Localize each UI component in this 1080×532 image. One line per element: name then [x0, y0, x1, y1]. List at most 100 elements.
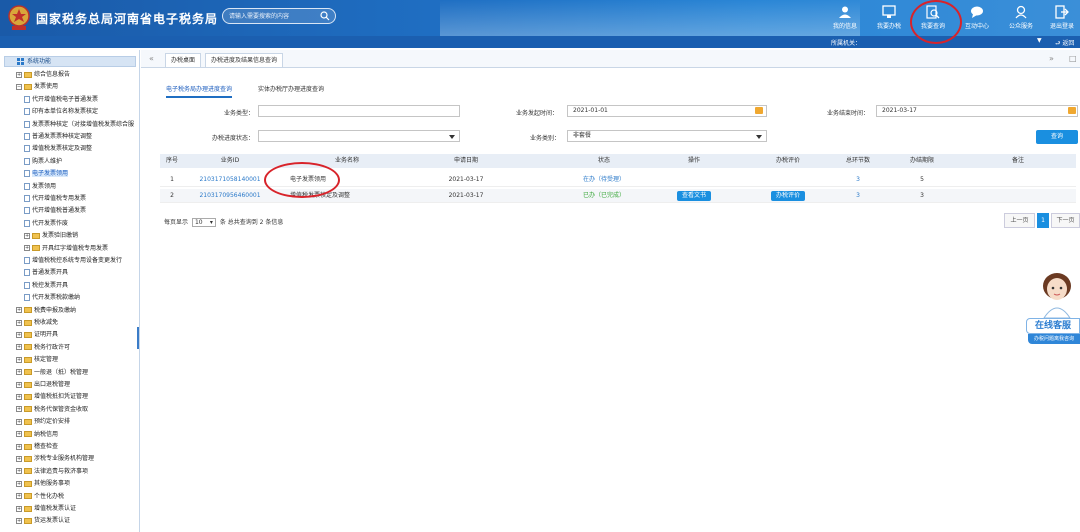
- tab-progress-query[interactable]: 办税进度及结果信息查询: [205, 53, 284, 67]
- expand-icon[interactable]: +: [16, 381, 22, 388]
- sidebar-item-label: 个性化办税: [34, 492, 65, 500]
- expand-icon[interactable]: +: [16, 369, 22, 376]
- sidebar-item[interactable]: 发票领用: [24, 181, 56, 192]
- sidebar-item[interactable]: + 其他服务事项: [16, 478, 70, 489]
- nav-my-info[interactable]: 我的信息: [829, 0, 861, 36]
- sidebar-item[interactable]: + 税务代保管资金收取: [16, 404, 88, 415]
- prev-page-button[interactable]: 上一页: [1004, 213, 1035, 228]
- expand-icon[interactable]: +: [16, 307, 22, 314]
- sidebar-item[interactable]: 代开增值税专用发票: [24, 193, 86, 204]
- expand-icon[interactable]: +: [24, 245, 30, 252]
- sidebar-item[interactable]: 发票票种核定（对接增值税发票综合服: [24, 119, 134, 130]
- folder-icon: [24, 505, 32, 512]
- next-page-button[interactable]: 下一页: [1051, 213, 1080, 228]
- sidebar-item[interactable]: + 涉税专业服务机构管理: [16, 453, 94, 464]
- expand-icon[interactable]: +: [16, 319, 22, 326]
- sidebar-item[interactable]: + 增值税发票认证: [16, 503, 76, 514]
- expand-icon[interactable]: +: [16, 393, 22, 400]
- expand-icon[interactable]: +: [16, 356, 22, 363]
- tab-scroll-right-icon[interactable]: »: [1049, 54, 1054, 63]
- sidebar-item[interactable]: 普通发票票种核定调整: [24, 131, 92, 142]
- expand-icon[interactable]: +: [16, 480, 22, 487]
- nav-do-tax[interactable]: 我要办税: [873, 0, 905, 36]
- sidebar-item[interactable]: 印有本单位名称发票核定: [24, 106, 98, 117]
- sidebar-item-label: 纳税信用: [34, 430, 59, 438]
- sidebar-item[interactable]: + 纳税信用: [16, 429, 58, 440]
- sidebar-item[interactable]: + 预约定价安排: [16, 416, 70, 427]
- calendar-icon[interactable]: [1068, 107, 1076, 114]
- sidebar-item[interactable]: 代开增值税普通发票: [24, 205, 86, 216]
- sidebar-item[interactable]: + 法律追责与救济事项: [16, 466, 88, 477]
- sidebar-collapse-handle[interactable]: [137, 327, 139, 349]
- back-button[interactable]: ⮐ 返回: [1055, 38, 1074, 49]
- query-button[interactable]: 查询: [1036, 130, 1078, 144]
- document-icon: [24, 95, 30, 103]
- expand-icon[interactable]: +: [16, 71, 22, 78]
- calendar-icon[interactable]: [755, 107, 763, 114]
- business-id-link[interactable]: 2103170956460001: [184, 189, 276, 203]
- maximize-icon[interactable]: □: [1069, 54, 1077, 63]
- sidebar-item[interactable]: 代开发票税款缴纳: [24, 292, 80, 303]
- expand-icon[interactable]: +: [16, 344, 22, 351]
- per-page-select[interactable]: 10 ▾: [191, 218, 216, 227]
- sidebar-item[interactable]: + 综合信息报告: [16, 69, 70, 80]
- business-id-link[interactable]: 2103171058140001: [184, 173, 276, 187]
- nav-interaction[interactable]: 互动中心: [961, 0, 993, 36]
- sidebar-item[interactable]: 税控发票开具: [24, 280, 68, 291]
- online-service-label[interactable]: 在线客服: [1026, 318, 1080, 334]
- business-type-input[interactable]: [258, 105, 460, 117]
- expand-icon[interactable]: +: [16, 443, 22, 450]
- search-icon[interactable]: [320, 11, 330, 21]
- collapse-icon[interactable]: −: [16, 83, 22, 90]
- tax-rating-button[interactable]: 办税评价: [770, 191, 805, 201]
- sidebar-item[interactable]: 普通发票开具: [24, 267, 68, 278]
- subtab-hall-progress[interactable]: 实体办税厅办理进度查询: [258, 84, 324, 93]
- org-dropdown-caret-icon[interactable]: ▼: [1037, 37, 1042, 44]
- sidebar-item[interactable]: + 证明开具: [16, 329, 58, 340]
- sidebar-item[interactable]: + 税务行政许可: [16, 342, 70, 353]
- tab-scroll-left-icon[interactable]: «: [149, 54, 154, 63]
- sidebar-item[interactable]: 增值税税控系统专用设备变更发行: [24, 255, 122, 266]
- sidebar-item[interactable]: + 稽查检查: [16, 441, 58, 452]
- end-time-input[interactable]: 2021-03-17: [876, 105, 1078, 117]
- sidebar-item[interactable]: + 核定管理: [16, 354, 58, 365]
- expand-icon[interactable]: +: [16, 493, 22, 500]
- sidebar-item[interactable]: + 一般退（抵）税管理: [16, 367, 88, 378]
- sidebar-item-label: 代开发票作废: [32, 219, 69, 227]
- expand-icon[interactable]: +: [16, 517, 22, 524]
- sidebar-item[interactable]: + 开具红字增值税专用发票: [24, 243, 108, 254]
- expand-icon[interactable]: +: [24, 232, 30, 239]
- sidebar-item[interactable]: + 税收减免: [16, 317, 58, 328]
- sidebar-item[interactable]: + 发票验旧缴销: [24, 230, 78, 241]
- subtab-online-progress[interactable]: 电子税务局办理进度查询: [166, 84, 233, 98]
- expand-icon[interactable]: +: [16, 418, 22, 425]
- expand-icon[interactable]: +: [16, 455, 22, 462]
- nav-logout[interactable]: 退出登录: [1046, 0, 1078, 36]
- tab-office-desktop[interactable]: 办税桌面: [165, 53, 202, 67]
- sidebar-item[interactable]: 增值税发票核定及调整: [24, 143, 92, 154]
- expand-icon[interactable]: +: [16, 331, 22, 338]
- status-link[interactable]: 在办（待受理）: [514, 173, 694, 187]
- start-time-input[interactable]: 2021-01-01: [567, 105, 767, 117]
- page-1-button[interactable]: 1: [1037, 213, 1049, 228]
- view-document-button[interactable]: 查看文书: [676, 191, 711, 201]
- sidebar-item[interactable]: 电子发票领用: [24, 168, 69, 179]
- sidebar-item[interactable]: + 出口退税管理: [16, 379, 70, 390]
- expand-icon[interactable]: +: [16, 468, 22, 475]
- nav-public-service[interactable]: 公众服务: [1005, 0, 1037, 36]
- sidebar-item[interactable]: 购票人维护: [24, 156, 62, 167]
- expand-icon[interactable]: +: [16, 431, 22, 438]
- expand-icon[interactable]: +: [16, 505, 22, 512]
- sidebar-item[interactable]: − 发票使用: [16, 81, 58, 92]
- progress-status-select[interactable]: [258, 130, 460, 142]
- document-icon: [24, 257, 30, 264]
- sidebar-item[interactable]: + 货运发票认证: [16, 515, 70, 526]
- sidebar-item[interactable]: + 税费申报及缴纳: [16, 305, 76, 316]
- sidebar-item[interactable]: 代开发票作废: [24, 218, 68, 229]
- sidebar-item[interactable]: + 个性化办税: [16, 491, 64, 502]
- sidebar-item[interactable]: + 增值税抵扣凭证管理: [16, 391, 88, 402]
- category-select[interactable]: 非套餐: [567, 130, 767, 142]
- search-input[interactable]: [229, 11, 317, 22]
- expand-icon[interactable]: +: [16, 406, 22, 413]
- sidebar-item[interactable]: 代开增值税电子普通发票: [24, 94, 98, 105]
